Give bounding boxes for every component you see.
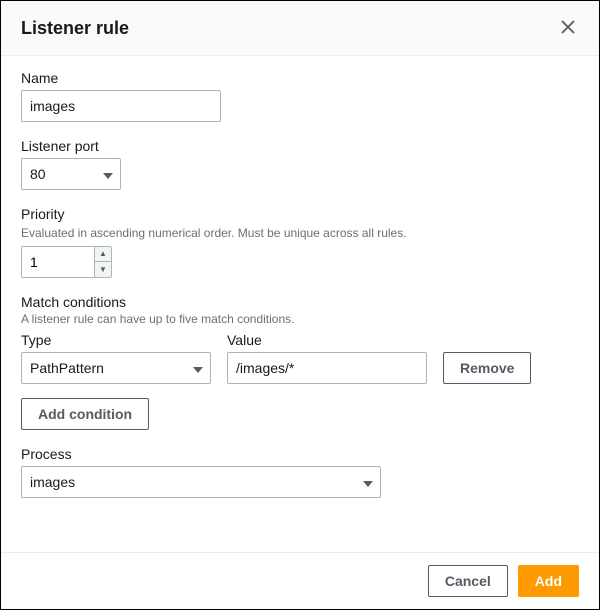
priority-up-button[interactable]: ▲ <box>95 247 111 262</box>
name-input[interactable] <box>21 90 221 122</box>
dialog-title: Listener rule <box>21 18 129 39</box>
listener-port-field: Listener port 80 <box>21 138 579 190</box>
match-conditions-section: Match conditions A listener rule can hav… <box>21 294 579 430</box>
dialog-header: Listener rule <box>1 1 599 56</box>
condition-type-label: Type <box>21 332 211 348</box>
add-button[interactable]: Add <box>518 565 579 597</box>
condition-type-select[interactable]: PathPattern <box>21 352 211 384</box>
match-conditions-label: Match conditions <box>21 294 579 310</box>
name-label: Name <box>21 70 579 86</box>
process-label: Process <box>21 446 579 462</box>
close-icon <box>561 18 575 38</box>
dialog-footer: Cancel Add <box>1 552 599 609</box>
remove-condition-button[interactable]: Remove <box>443 352 531 384</box>
match-conditions-hint: A listener rule can have up to five matc… <box>21 312 579 326</box>
listener-port-label: Listener port <box>21 138 579 154</box>
dialog-content: Name Listener port 80 Priority Evaluated… <box>1 56 599 552</box>
listener-port-select[interactable]: 80 <box>21 158 121 190</box>
priority-label: Priority <box>21 206 579 222</box>
name-field: Name <box>21 70 579 122</box>
priority-input[interactable] <box>22 247 94 277</box>
condition-value-label: Value <box>227 332 427 348</box>
priority-field: Priority Evaluated in ascending numerica… <box>21 206 579 278</box>
add-condition-button[interactable]: Add condition <box>21 398 149 430</box>
process-field: Process images <box>21 446 579 498</box>
priority-down-button[interactable]: ▼ <box>95 262 111 277</box>
priority-stepper[interactable]: ▲ ▼ <box>21 246 112 278</box>
cancel-button[interactable]: Cancel <box>428 565 508 597</box>
close-button[interactable] <box>557 15 579 41</box>
condition-value-input[interactable] <box>227 352 427 384</box>
condition-row: Type PathPattern Value Remove <box>21 332 579 384</box>
process-select[interactable]: images <box>21 466 381 498</box>
priority-hint: Evaluated in ascending numerical order. … <box>21 226 579 240</box>
priority-spinner: ▲ ▼ <box>94 247 111 277</box>
